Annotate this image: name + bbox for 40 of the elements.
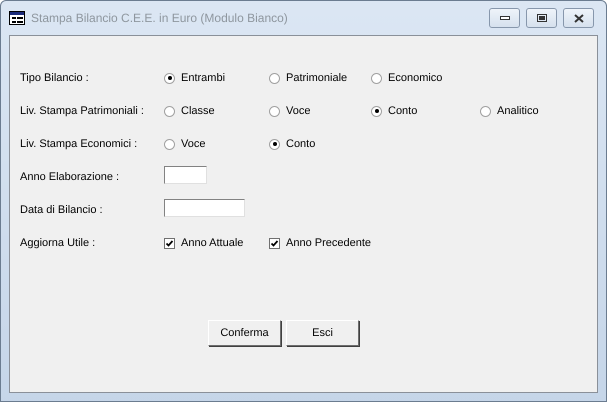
checkbox[interactable] bbox=[269, 238, 280, 248]
minimize-button[interactable] bbox=[489, 8, 520, 28]
field-label: Liv. Stampa Patrimoniali : bbox=[20, 105, 145, 117]
input-field[interactable] bbox=[164, 166, 207, 184]
radio-button[interactable] bbox=[480, 106, 491, 116]
form-icon bbox=[9, 11, 25, 25]
radio-button[interactable] bbox=[164, 138, 175, 150]
close-icon bbox=[574, 14, 584, 22]
checkbox[interactable] bbox=[164, 238, 175, 248]
option-label: Voce bbox=[181, 138, 206, 150]
radio-button[interactable] bbox=[269, 138, 280, 150]
maximize-icon bbox=[536, 14, 546, 22]
field-label: Anno Elaborazione : bbox=[20, 171, 120, 183]
maximize-button[interactable] bbox=[526, 8, 557, 28]
option-label: Classe bbox=[181, 105, 215, 117]
radio-button[interactable] bbox=[371, 72, 382, 84]
option-label: Entrambi bbox=[181, 72, 226, 84]
field-label: Aggiorna Utile : bbox=[20, 237, 96, 249]
option-label: Patrimoniale bbox=[286, 72, 348, 84]
option-label: Analitico bbox=[497, 105, 539, 117]
field-label: Data di Bilancio : bbox=[20, 204, 104, 216]
option-label: Anno Precedente bbox=[286, 237, 371, 249]
option-label: Anno Attuale bbox=[181, 237, 244, 249]
close-button[interactable] bbox=[563, 8, 594, 28]
minimize-icon bbox=[500, 16, 510, 20]
input-field[interactable] bbox=[164, 199, 245, 217]
option-label: Economico bbox=[388, 72, 442, 84]
radio-button[interactable] bbox=[269, 72, 280, 84]
field-label: Tipo Bilancio : bbox=[20, 72, 90, 84]
radio-button[interactable] bbox=[164, 72, 175, 84]
dialog-button[interactable]: Conferma bbox=[208, 320, 281, 346]
radio-button[interactable] bbox=[371, 106, 382, 116]
option-label: Conto bbox=[388, 105, 418, 117]
window-title: Stampa Bilancio C.E.E. in Euro (Modulo Bianco) bbox=[31, 11, 289, 25]
radio-button[interactable] bbox=[269, 106, 280, 116]
field-label: Liv. Stampa Economici : bbox=[20, 138, 138, 150]
option-label: Conto bbox=[286, 138, 316, 150]
option-label: Voce bbox=[286, 105, 310, 117]
radio-button[interactable] bbox=[164, 106, 175, 116]
dialog-button[interactable]: Esci bbox=[286, 320, 359, 346]
